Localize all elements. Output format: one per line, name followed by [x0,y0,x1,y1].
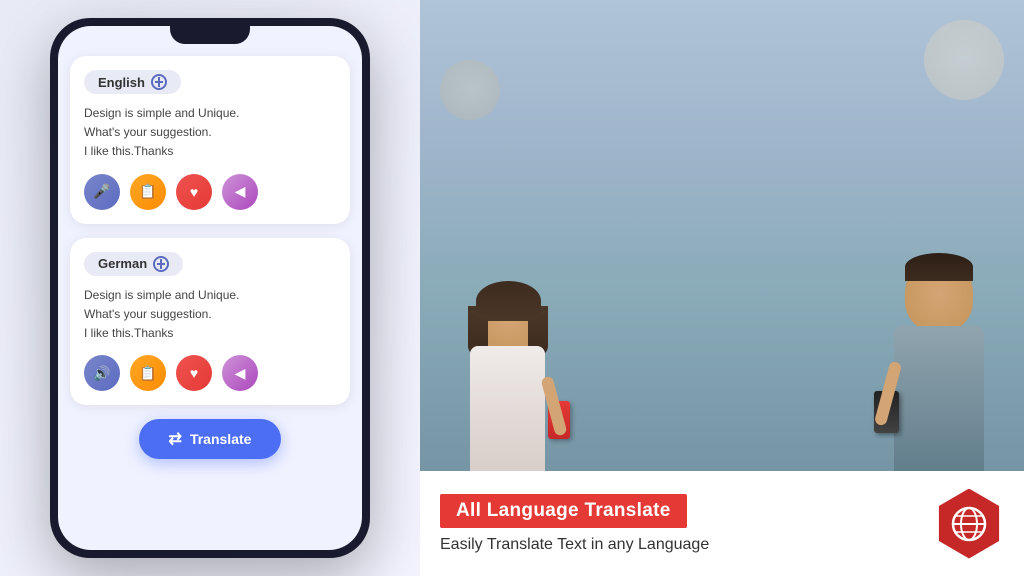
source-card-text: Design is simple and Unique. What's your… [84,104,336,162]
bottom-banner: All Language Translate Easily Translate … [420,471,1024,576]
copy-button-source[interactable]: 📋 [130,174,166,210]
translate-button-label: Translate [190,431,251,447]
phone-notch [170,26,250,44]
mic-icon: 🎤 [93,183,110,200]
share-button-target[interactable]: ◀ [222,355,258,391]
heart-icon: ♥ [190,184,198,200]
favorite-button-target[interactable]: ♥ [176,355,212,391]
source-text-line1: Design is simple and Unique. [84,104,336,123]
target-card-text: Design is simple and Unique. What's your… [84,286,336,344]
source-language-label: English [98,75,145,90]
source-language-pill[interactable]: English [84,70,181,94]
target-card: German Design is simple and Unique. What… [70,238,350,406]
copy-icon: 📋 [139,183,156,200]
speaker-button[interactable]: 🔊 [84,355,120,391]
source-globe-icon [151,74,167,90]
source-card: English Design is simple and Unique. Wha… [70,56,350,224]
target-language-pill[interactable]: German [84,252,183,276]
bg-blur-1 [924,20,1004,100]
share-icon: ◀ [235,183,246,200]
phone-screen: English Design is simple and Unique. Wha… [58,26,362,550]
banner-globe-icon [934,489,1004,559]
share-button-source[interactable]: ◀ [222,174,258,210]
target-card-actions: 🔊 📋 ♥ ◀ [84,355,336,391]
target-text-line1: Design is simple and Unique. [84,286,336,305]
translate-icon: ⇄ [169,429,182,449]
share-icon-target: ◀ [235,365,246,382]
source-card-header: English [84,70,336,94]
translate-button[interactable]: ⇄ Translate [139,419,282,459]
speaker-icon: 🔊 [93,365,110,382]
target-text-line2: What's your suggestion. [84,305,336,324]
left-panel: English Design is simple and Unique. Wha… [0,0,420,576]
bg-blur-2 [440,60,500,120]
target-text-line3: I like this.Thanks [84,324,336,343]
source-text-line3: I like this.Thanks [84,142,336,161]
heart-icon-target: ♥ [190,365,198,381]
man-figure [894,256,984,476]
woman-figure [470,286,545,476]
banner-title: All Language Translate [456,500,671,521]
copy-button-target[interactable]: 📋 [130,355,166,391]
target-globe-icon [153,256,169,272]
target-card-header: German [84,252,336,276]
target-language-label: German [98,256,147,271]
phone-content: English Design is simple and Unique. Wha… [58,44,362,550]
phone-mockup: English Design is simple and Unique. Wha… [50,18,370,558]
right-panel: All Language Translate Easily Translate … [420,0,1024,576]
favorite-button-source[interactable]: ♥ [176,174,212,210]
source-text-line2: What's your suggestion. [84,123,336,142]
mic-button[interactable]: 🎤 [84,174,120,210]
banner-text-block: All Language Translate Easily Translate … [440,494,919,554]
banner-title-box: All Language Translate [440,494,687,528]
copy-icon-target: 📋 [139,365,156,382]
globe-svg [949,504,989,544]
banner-subtitle: Easily Translate Text in any Language [440,536,919,554]
source-card-actions: 🎤 📋 ♥ ◀ [84,174,336,210]
